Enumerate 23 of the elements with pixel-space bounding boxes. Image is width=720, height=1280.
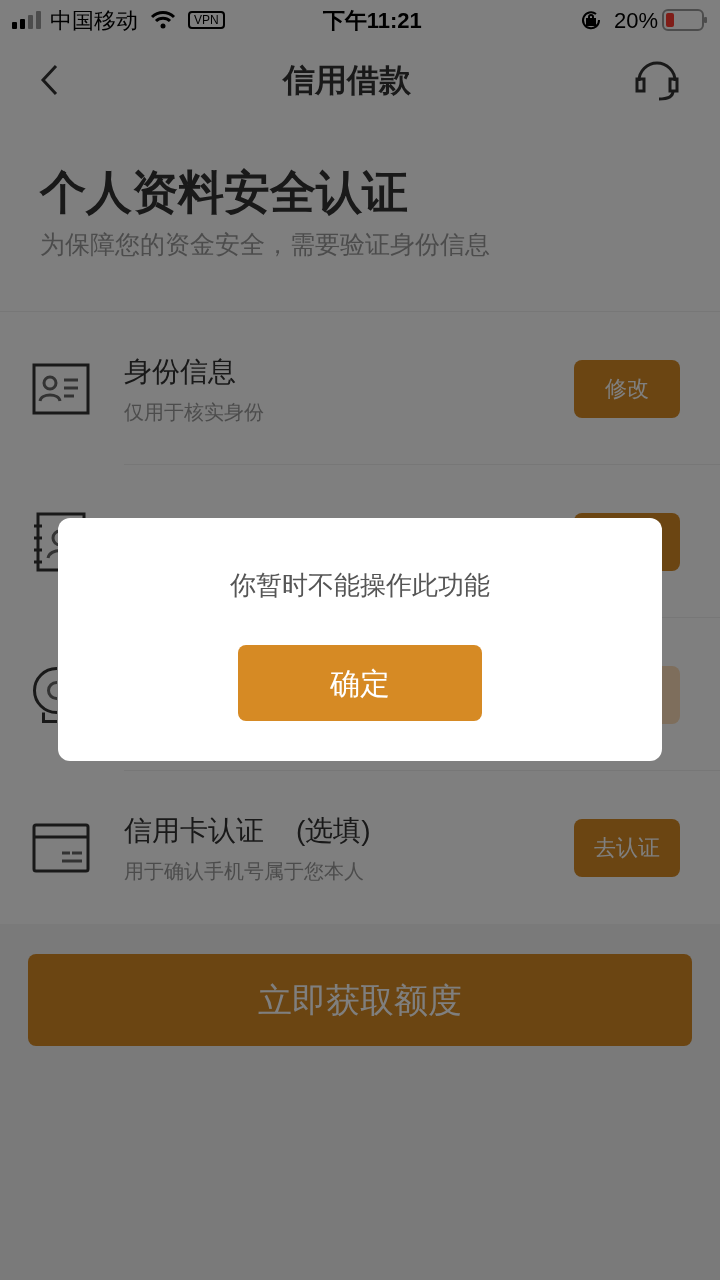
rotation-lock-icon — [579, 9, 602, 31]
webcam-icon — [32, 666, 57, 723]
battery-percent: 20% — [613, 6, 658, 35]
back-icon[interactable] — [40, 64, 60, 96]
status-time: 下午11:21 — [322, 6, 422, 35]
page-title: 信用借款 — [283, 61, 411, 100]
battery-icon — [662, 9, 708, 31]
row-action-button[interactable]: 去认证 — [574, 818, 680, 877]
row-title: 身份信息 — [124, 354, 236, 389]
credit-card-icon — [32, 822, 90, 873]
dialog-message: 你暂时不能操作此功能 — [230, 569, 490, 602]
carrier-name: 中国移动 — [50, 6, 138, 35]
signal-icon — [12, 11, 42, 29]
id-card-icon — [32, 362, 90, 415]
row-title: 信用卡认证 — [124, 813, 264, 848]
section-heading: 个人资料安全认证 — [40, 165, 409, 220]
optional-tag: (选填) — [296, 809, 371, 852]
confirm-button[interactable]: 确定 — [238, 645, 482, 721]
vpn-indicator: VPN — [188, 11, 225, 29]
wifi-icon — [150, 10, 176, 30]
submit-button[interactable]: 立即获取额度 — [28, 954, 692, 1046]
row-action-button[interactable]: 修改 — [574, 359, 680, 418]
headset-icon[interactable] — [634, 59, 680, 101]
